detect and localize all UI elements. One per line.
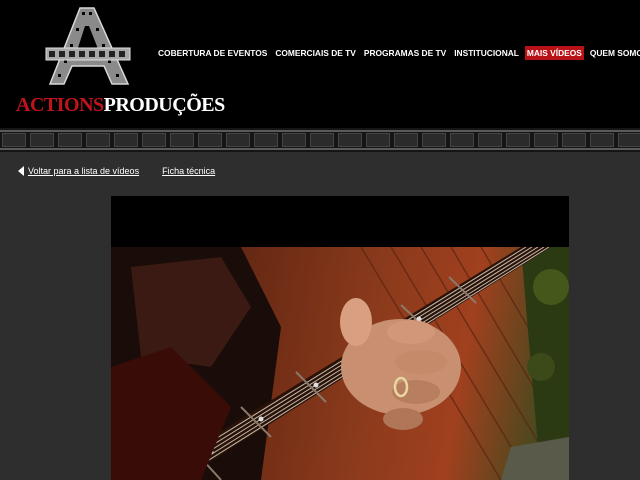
filmstrip-hole [2,133,26,147]
technical-sheet-link[interactable]: Ficha técnica [162,166,215,176]
filmstrip-top-rail [0,130,640,132]
video-links-bar: Voltar para a lista de vídeos Ficha técn… [18,166,215,176]
filmstrip-hole [30,133,54,147]
filmstrip-hole [394,133,418,147]
filmstrip-hole [590,133,614,147]
video-frame[interactable] [111,246,569,480]
logo-text-actions: ACTIONS [16,94,104,116]
filmstrip-hole [338,133,362,147]
logo-wordmark: ACTIONSPRODUÇÕES [16,94,225,117]
filmstrip-hole [562,133,586,147]
nav-item-programas-de-tv[interactable]: PROGRAMAS DE TV [362,46,448,60]
filmstrip-holes [0,133,640,147]
back-to-video-list-link[interactable]: Voltar para a lista de vídeos [28,166,139,176]
filmstrip-hole [254,133,278,147]
filmstrip-hole [282,133,306,147]
guitar-video-still [111,246,569,480]
video-player[interactable] [111,196,569,480]
filmstrip-divider [0,128,640,152]
filmstrip-hole [226,133,250,147]
back-arrow-icon[interactable] [18,166,24,176]
filmstrip-hole [58,133,82,147]
filmstrip-hole [450,133,474,147]
filmstrip-hole [310,133,334,147]
filmstrip-bottom-rail [0,148,640,150]
filmstrip-hole [142,133,166,147]
nav-item-mais-videos[interactable]: MAIS VÍDEOS [524,46,584,60]
filmstrip-hole [114,133,138,147]
filmstrip-hole [422,133,446,147]
nav-item-comerciais-de-tv[interactable]: COMERCIAIS DE TV [273,46,358,60]
filmstrip-hole [170,133,194,147]
site-header: ACTIONSPRODUÇÕES COBERTURA DE EVENTOS CO… [0,0,640,128]
filmstrip-hole [618,133,640,147]
nav-item-quem-somos[interactable]: QUEM SOMOS [588,46,640,60]
filmstrip-hole [534,133,558,147]
filmstrip-hole [198,133,222,147]
nav-item-cobertura-de-eventos[interactable]: COBERTURA DE EVENTOS [156,46,269,60]
filmstrip-hole [366,133,390,147]
filmstrip-hole [478,133,502,147]
nav-item-institucional[interactable]: INSTITUCIONAL [452,46,521,60]
main-nav: COBERTURA DE EVENTOS COMERCIAIS DE TV PR… [156,46,640,60]
filmstrip-hole [506,133,530,147]
logo-text-producoes: PRODUÇÕES [103,94,226,116]
filmstrip-hole [86,133,110,147]
logo-film-a-icon [45,7,131,85]
actions-producoes-logo[interactable]: ACTIONSPRODUÇÕES [14,4,225,122]
